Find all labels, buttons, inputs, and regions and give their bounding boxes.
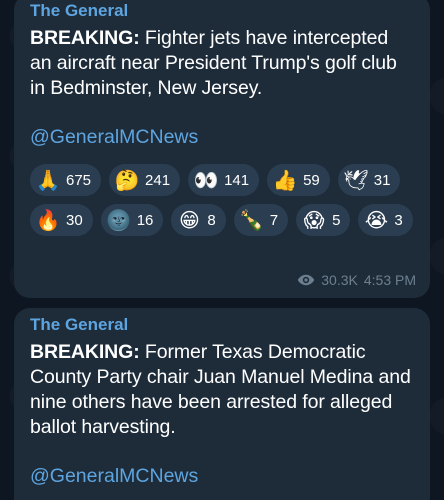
reaction-thumbs-up[interactable]: 👍 59 (267, 164, 330, 196)
eye-icon (298, 274, 315, 286)
reaction-count: 30 (66, 211, 83, 229)
grinning-face-icon: 😁 (178, 208, 200, 232)
message-meta: 30.3K 4:53 PM (297, 272, 416, 288)
view-count: 30.3K (321, 272, 358, 288)
channel-link[interactable]: @GeneralMCNews (30, 464, 414, 489)
thumbs-up-icon: 👍 (272, 168, 298, 192)
reaction-dove[interactable]: 🕊 31 (337, 164, 401, 196)
eyes-icon: 👀 (193, 168, 219, 192)
reaction-thinking-face[interactable]: 🤔 241 (109, 164, 181, 196)
reaction-new-moon-face[interactable]: 🌚 16 (100, 204, 164, 236)
reaction-count: 31 (373, 171, 391, 189)
channel-link[interactable]: @GeneralMCNews (30, 125, 414, 150)
message-text[interactable]: BREAKING: Former Texas Democratic County… (30, 340, 414, 440)
reaction-fire[interactable]: 🔥 30 (30, 204, 93, 236)
folded-hands-icon: 🙏 (35, 168, 61, 192)
channel-name[interactable]: The General (30, 0, 414, 22)
thinking-face-icon: 🤔 (114, 168, 140, 192)
reaction-champagne[interactable]: 🍾 7 (233, 204, 289, 236)
fire-icon: 🔥 (35, 208, 61, 232)
reactions-bar: 🙏 675 🤔 241 👀 141 👍 59 🕊 31 🔥 30 🌚 16 � (30, 164, 414, 236)
reaction-count: 5 (332, 211, 341, 229)
message-bubble[interactable]: The General BREAKING: Former Texas Democ… (14, 308, 430, 500)
reaction-screaming-face[interactable]: 😱 5 (296, 204, 351, 236)
message-text[interactable]: BREAKING: Fighter jets have intercepted … (30, 26, 414, 101)
channel-name[interactable]: The General (30, 314, 414, 336)
reaction-count: 8 (207, 211, 216, 229)
reaction-count: 3 (394, 211, 403, 229)
champagne-icon: 🍾 (239, 208, 265, 232)
reaction-grinning-face[interactable]: 😁 8 (171, 204, 226, 236)
reaction-count: 675 (66, 171, 92, 189)
reaction-folded-hands[interactable]: 🙏 675 (30, 164, 102, 196)
reaction-count: 141 (224, 171, 250, 189)
reaction-count: 59 (303, 171, 320, 189)
breaking-label: BREAKING: (30, 341, 140, 363)
dove-icon: 🕊 (343, 168, 369, 192)
new-moon-face-icon: 🌚 (106, 208, 132, 232)
screaming-face-icon: 😱 (303, 208, 325, 232)
reaction-crying-face[interactable]: 😭 3 (358, 204, 413, 236)
reaction-count: 241 (145, 171, 171, 189)
message-time: 4:53 PM (363, 272, 416, 288)
message-bubble[interactable]: The General BREAKING: Fighter jets have … (14, 0, 430, 298)
crying-face-icon: 😭 (364, 208, 389, 232)
breaking-label: BREAKING: (30, 27, 140, 49)
reaction-eyes[interactable]: 👀 141 (188, 164, 260, 196)
reaction-count: 16 (136, 211, 154, 229)
reaction-count: 7 (269, 211, 279, 229)
